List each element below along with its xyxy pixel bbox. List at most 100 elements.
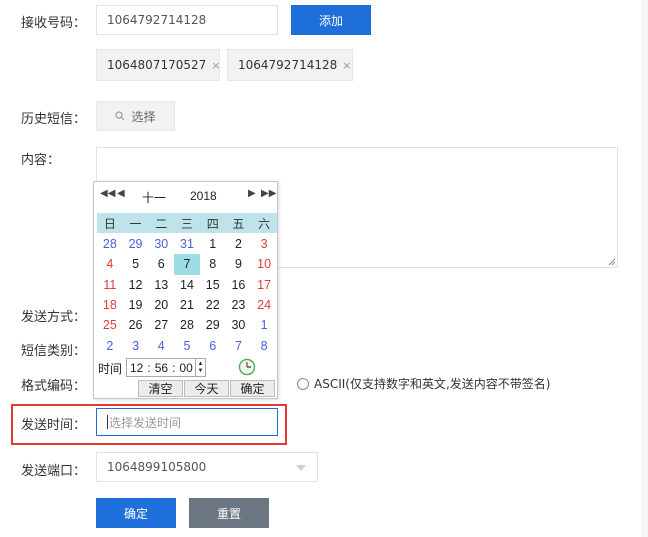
time-spinner[interactable]: ▲ ▼ [195, 359, 205, 376]
weekday-label: 五 [232, 216, 245, 231]
calendar-day[interactable]: 5 [174, 335, 200, 355]
calendar-day[interactable]: 16 [226, 275, 252, 295]
chevron-down-icon [296, 465, 306, 471]
radio-circle-icon[interactable] [297, 377, 309, 390]
calendar-day[interactable]: 22 [200, 295, 226, 315]
spin-up-icon[interactable]: ▲ [198, 361, 204, 368]
ascii-radio-label: ASCII(仅支持数字和英文,发送内容不带签名) [314, 377, 551, 391]
calendar-year[interactable]: 2018 [190, 189, 217, 203]
calendar-day[interactable]: 3 [251, 234, 277, 254]
calendar-day[interactable]: 1 [200, 234, 226, 254]
port-select[interactable]: 1064899105800 [96, 452, 318, 482]
time-label: 时间 [98, 362, 123, 376]
calendar-day[interactable]: 28 [174, 315, 200, 335]
calendar-footer: 清空 今天 确定 [138, 380, 276, 397]
calendar-day[interactable]: 12 [123, 275, 149, 295]
calendar-day-selected[interactable]: 7 [174, 254, 200, 275]
weekday-label: 四 [206, 216, 219, 231]
resize-handle-icon[interactable] [608, 258, 616, 266]
send-time-input[interactable]: 选择发送时间 [96, 408, 278, 436]
prev-month-icon[interactable]: ◀ [117, 188, 125, 199]
weekday-label: 三 [180, 216, 193, 231]
send-time-label: 发送时间： [21, 418, 87, 433]
spin-down-icon[interactable]: ▼ [198, 368, 204, 375]
today-button[interactable]: 今天 [184, 380, 229, 397]
calendar-day[interactable]: 4 [148, 335, 174, 355]
send-mode-label: 发送方式： [21, 310, 87, 325]
date-picker-popup: ◀◀ ◀ 十一 2018 ▶ ▶▶ 日 一 二 三 四 五 六 28 29 30… [93, 181, 278, 399]
calendar-month[interactable]: 十一 [142, 189, 166, 206]
calendar-day[interactable]: 3 [123, 335, 149, 355]
calendar-day[interactable]: 26 [123, 315, 149, 335]
calendar-day[interactable]: 5 [123, 254, 149, 274]
weekday-header: 日 一 二 三 四 五 六 [97, 213, 277, 233]
receiver-input-value: 1064792714128 [107, 13, 207, 27]
calendar-day[interactable]: 8 [200, 254, 226, 274]
calendar-day[interactable]: 24 [251, 295, 277, 315]
next-month-icon[interactable]: ▶ [248, 188, 256, 199]
search-icon [115, 111, 125, 121]
calendar-day[interactable]: 30 [226, 315, 252, 335]
clear-button[interactable]: 清空 [138, 380, 183, 397]
prev-year-icon[interactable]: ◀◀ [100, 188, 115, 199]
clock-icon[interactable] [238, 358, 256, 376]
encoding-label: 格式编码： [21, 379, 87, 394]
calendar-day[interactable]: 15 [200, 275, 226, 295]
port-label: 发送端口： [21, 464, 87, 479]
history-select-label: 选择 [131, 109, 156, 124]
sms-type-label: 短信类别： [21, 344, 87, 359]
calendar-day[interactable]: 23 [226, 295, 252, 315]
reset-button[interactable]: 重置 [189, 498, 269, 528]
calendar-day[interactable]: 6 [148, 254, 174, 274]
calendar-day[interactable]: 29 [123, 234, 149, 254]
calendar-day[interactable]: 4 [97, 254, 123, 274]
next-year-icon[interactable]: ▶▶ [261, 188, 276, 199]
time-input[interactable]: 12 : 56 : 00 ▲ ▼ [126, 358, 206, 377]
history-select-button[interactable]: 选择 [96, 101, 175, 131]
add-button[interactable]: 添加 [291, 5, 371, 35]
time-minute[interactable]: 56 [155, 361, 168, 375]
calendar-day[interactable]: 8 [251, 335, 277, 355]
calendar-day[interactable]: 13 [148, 275, 174, 295]
calendar-day[interactable]: 2 [226, 234, 252, 254]
calendar-day[interactable]: 7 [226, 335, 252, 355]
calendar-day[interactable]: 31 [174, 234, 200, 254]
remove-tag-icon[interactable]: × [342, 59, 351, 72]
receiver-tag: 1064807170527 × [96, 49, 220, 81]
receiver-tag-text: 1064807170527 [107, 58, 207, 72]
weekday-label: 六 [258, 216, 271, 231]
calendar-day[interactable]: 25 [97, 315, 123, 335]
weekday-label: 日 [103, 216, 116, 231]
content-label: 内容： [21, 153, 61, 168]
calendar-day[interactable]: 17 [251, 275, 277, 295]
calendar-day[interactable]: 19 [123, 295, 149, 315]
remove-tag-icon[interactable]: × [211, 59, 220, 72]
calendar-day[interactable]: 9 [226, 254, 252, 274]
weekday-label: 一 [129, 216, 142, 231]
time-second[interactable]: 00 [179, 361, 192, 375]
calendar-day[interactable]: 28 [97, 234, 123, 254]
calendar-ok-button[interactable]: 确定 [230, 380, 275, 397]
calendar-day[interactable]: 14 [174, 275, 200, 295]
calendar-day[interactable]: 30 [148, 234, 174, 254]
calendar-day[interactable]: 18 [97, 295, 123, 315]
calendar-day[interactable]: 2 [97, 335, 123, 355]
receiver-input[interactable]: 1064792714128 [96, 5, 278, 35]
confirm-button[interactable]: 确定 [96, 498, 176, 528]
scrollbar-track[interactable] [641, 0, 648, 537]
calendar-day[interactable]: 1 [251, 315, 277, 335]
history-label: 历史短信： [21, 112, 87, 127]
weekday-label: 二 [155, 216, 168, 231]
calendar-day[interactable]: 27 [148, 315, 174, 335]
calendar-days: 28 29 30 31 1 2 3 4 5 6 7 8 9 10 11 12 1… [97, 234, 277, 356]
calendar-day[interactable]: 11 [97, 275, 123, 295]
calendar-day[interactable]: 29 [200, 315, 226, 335]
receiver-tag: 1064792714128 × [227, 49, 353, 81]
calendar-day[interactable]: 6 [200, 335, 226, 355]
ascii-radio-option[interactable]: ASCII(仅支持数字和英文,发送内容不带签名) [297, 375, 550, 392]
calendar-day[interactable]: 21 [174, 295, 200, 315]
calendar-day[interactable]: 10 [251, 254, 277, 274]
calendar-day[interactable]: 20 [148, 295, 174, 315]
receiver-label: 接收号码： [21, 16, 87, 31]
time-hour[interactable]: 12 [130, 361, 143, 375]
